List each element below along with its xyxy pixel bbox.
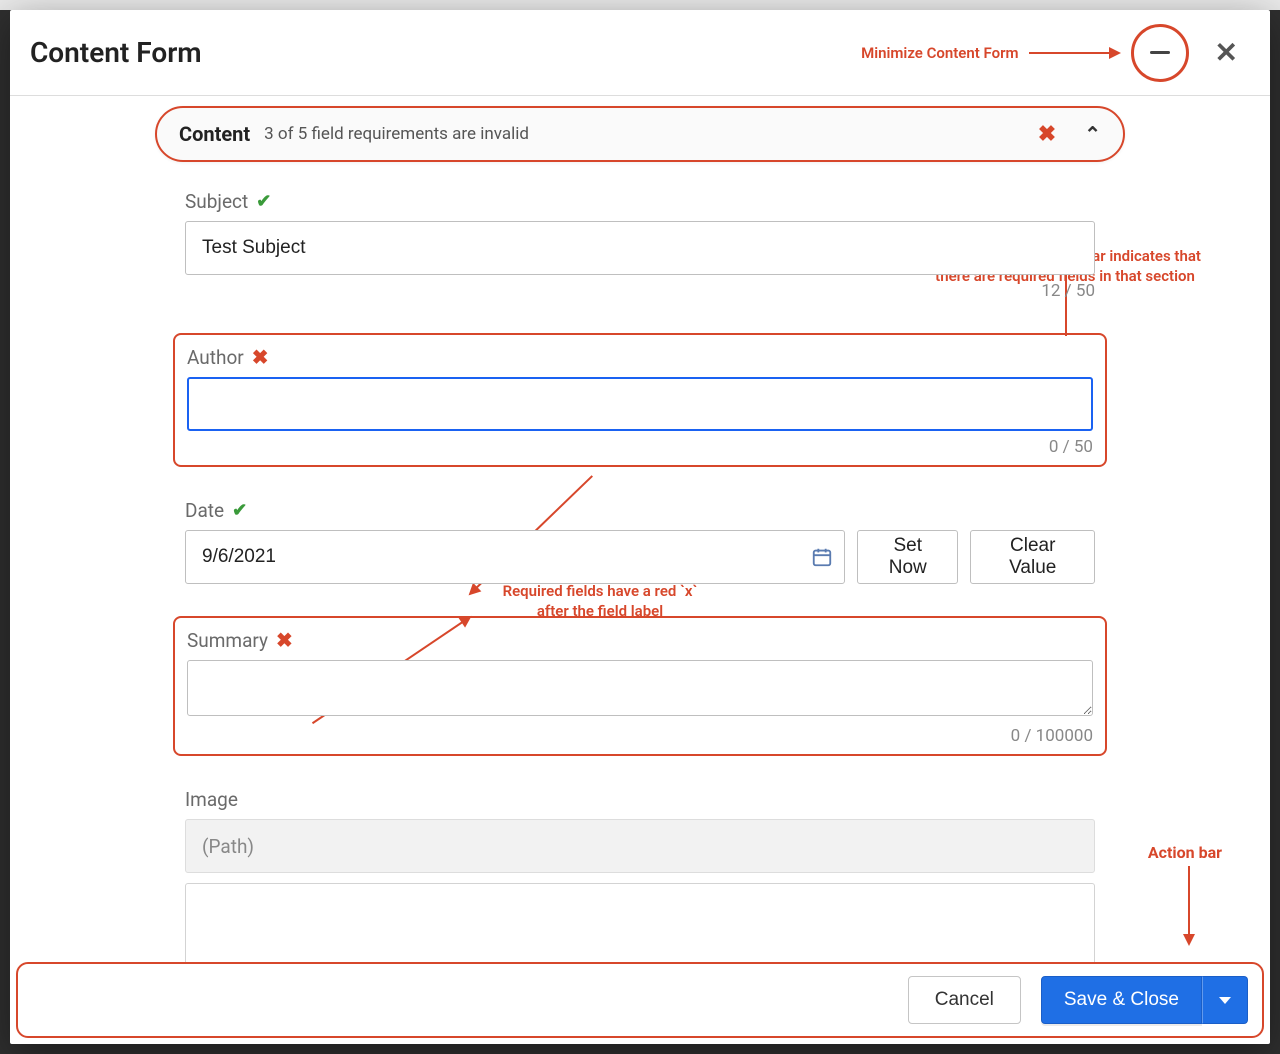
subject-input[interactable] bbox=[185, 221, 1095, 275]
author-label: Author bbox=[187, 346, 244, 369]
save-button-group: Save & Close bbox=[1041, 976, 1248, 1024]
summary-input[interactable] bbox=[187, 660, 1093, 716]
image-label-row: Image bbox=[185, 788, 1095, 811]
field-subject: Subject ✔ 12 / 50 bbox=[155, 186, 1125, 305]
date-row: Set Now Clear Value bbox=[185, 530, 1095, 584]
close-icon[interactable]: ✕ bbox=[1209, 33, 1244, 73]
section-error-icon: ✖ bbox=[1038, 122, 1056, 147]
section-title: Content bbox=[179, 122, 250, 146]
content-form-modal: Content Form Minimize Content Form ✕ A r… bbox=[10, 10, 1270, 1044]
minimize-annotation: Minimize Content Form bbox=[861, 44, 1018, 62]
summary-counter: 0 / 100000 bbox=[187, 726, 1093, 746]
field-author: Author ✖ 0 / 50 bbox=[173, 333, 1107, 467]
minimize-icon[interactable] bbox=[1150, 51, 1170, 54]
field-image: Image (Path) bbox=[155, 784, 1125, 962]
calendar-icon[interactable] bbox=[811, 546, 833, 568]
subject-label: Subject bbox=[185, 190, 248, 213]
subject-counter: 12 / 50 bbox=[185, 281, 1095, 301]
set-now-button[interactable]: Set Now bbox=[857, 530, 958, 584]
date-input[interactable] bbox=[185, 530, 845, 584]
image-label: Image bbox=[185, 788, 238, 811]
check-icon: ✔ bbox=[256, 191, 271, 212]
modal-header: Content Form Minimize Content Form ✕ bbox=[10, 10, 1270, 96]
save-and-close-button[interactable]: Save & Close bbox=[1041, 976, 1202, 1024]
action-bar-annotation: Action bar bbox=[1148, 843, 1222, 862]
annotation-arrow-right bbox=[1029, 52, 1119, 54]
error-icon: ✖ bbox=[252, 345, 269, 369]
section-bar-content[interactable]: Content 3 of 5 field requirements are in… bbox=[155, 106, 1125, 162]
modal-title: Content Form bbox=[30, 36, 202, 69]
field-summary: Summary ✖ 0 / 100000 bbox=[173, 616, 1107, 756]
modal-body: A red `x` in the section bar indicates t… bbox=[10, 96, 1270, 962]
author-input[interactable] bbox=[187, 377, 1093, 431]
summary-label-row: Summary ✖ bbox=[187, 628, 1093, 652]
background-app bbox=[0, 0, 1280, 10]
form-column: Content 3 of 5 field requirements are in… bbox=[155, 96, 1125, 962]
author-counter: 0 / 50 bbox=[187, 437, 1093, 457]
image-path-placeholder: (Path) bbox=[202, 835, 254, 858]
chevron-down-icon bbox=[1219, 997, 1231, 1004]
action-bar: Cancel Save & Close bbox=[16, 962, 1264, 1038]
section-status: 3 of 5 field requirements are invalid bbox=[264, 124, 529, 144]
author-label-row: Author ✖ bbox=[187, 345, 1093, 369]
date-input-wrap bbox=[185, 530, 845, 584]
summary-label: Summary bbox=[187, 629, 268, 652]
clear-value-button[interactable]: Clear Value bbox=[970, 530, 1095, 584]
date-label: Date bbox=[185, 499, 224, 522]
cancel-button[interactable]: Cancel bbox=[908, 976, 1021, 1024]
date-label-row: Date ✔ bbox=[185, 499, 1095, 522]
image-path-input[interactable]: (Path) bbox=[185, 819, 1095, 873]
save-dropdown-toggle[interactable] bbox=[1202, 976, 1248, 1024]
action-bar-annotation-arrow bbox=[1188, 866, 1190, 944]
error-icon: ✖ bbox=[276, 628, 293, 652]
collapse-icon[interactable]: ⌃ bbox=[1084, 122, 1101, 146]
subject-label-row: Subject ✔ bbox=[185, 190, 1095, 213]
image-drop-area[interactable] bbox=[185, 883, 1095, 962]
field-date: Date ✔ Set Now Clear Value bbox=[155, 495, 1125, 588]
check-icon: ✔ bbox=[232, 500, 247, 521]
minimize-highlight-circle bbox=[1131, 24, 1189, 82]
